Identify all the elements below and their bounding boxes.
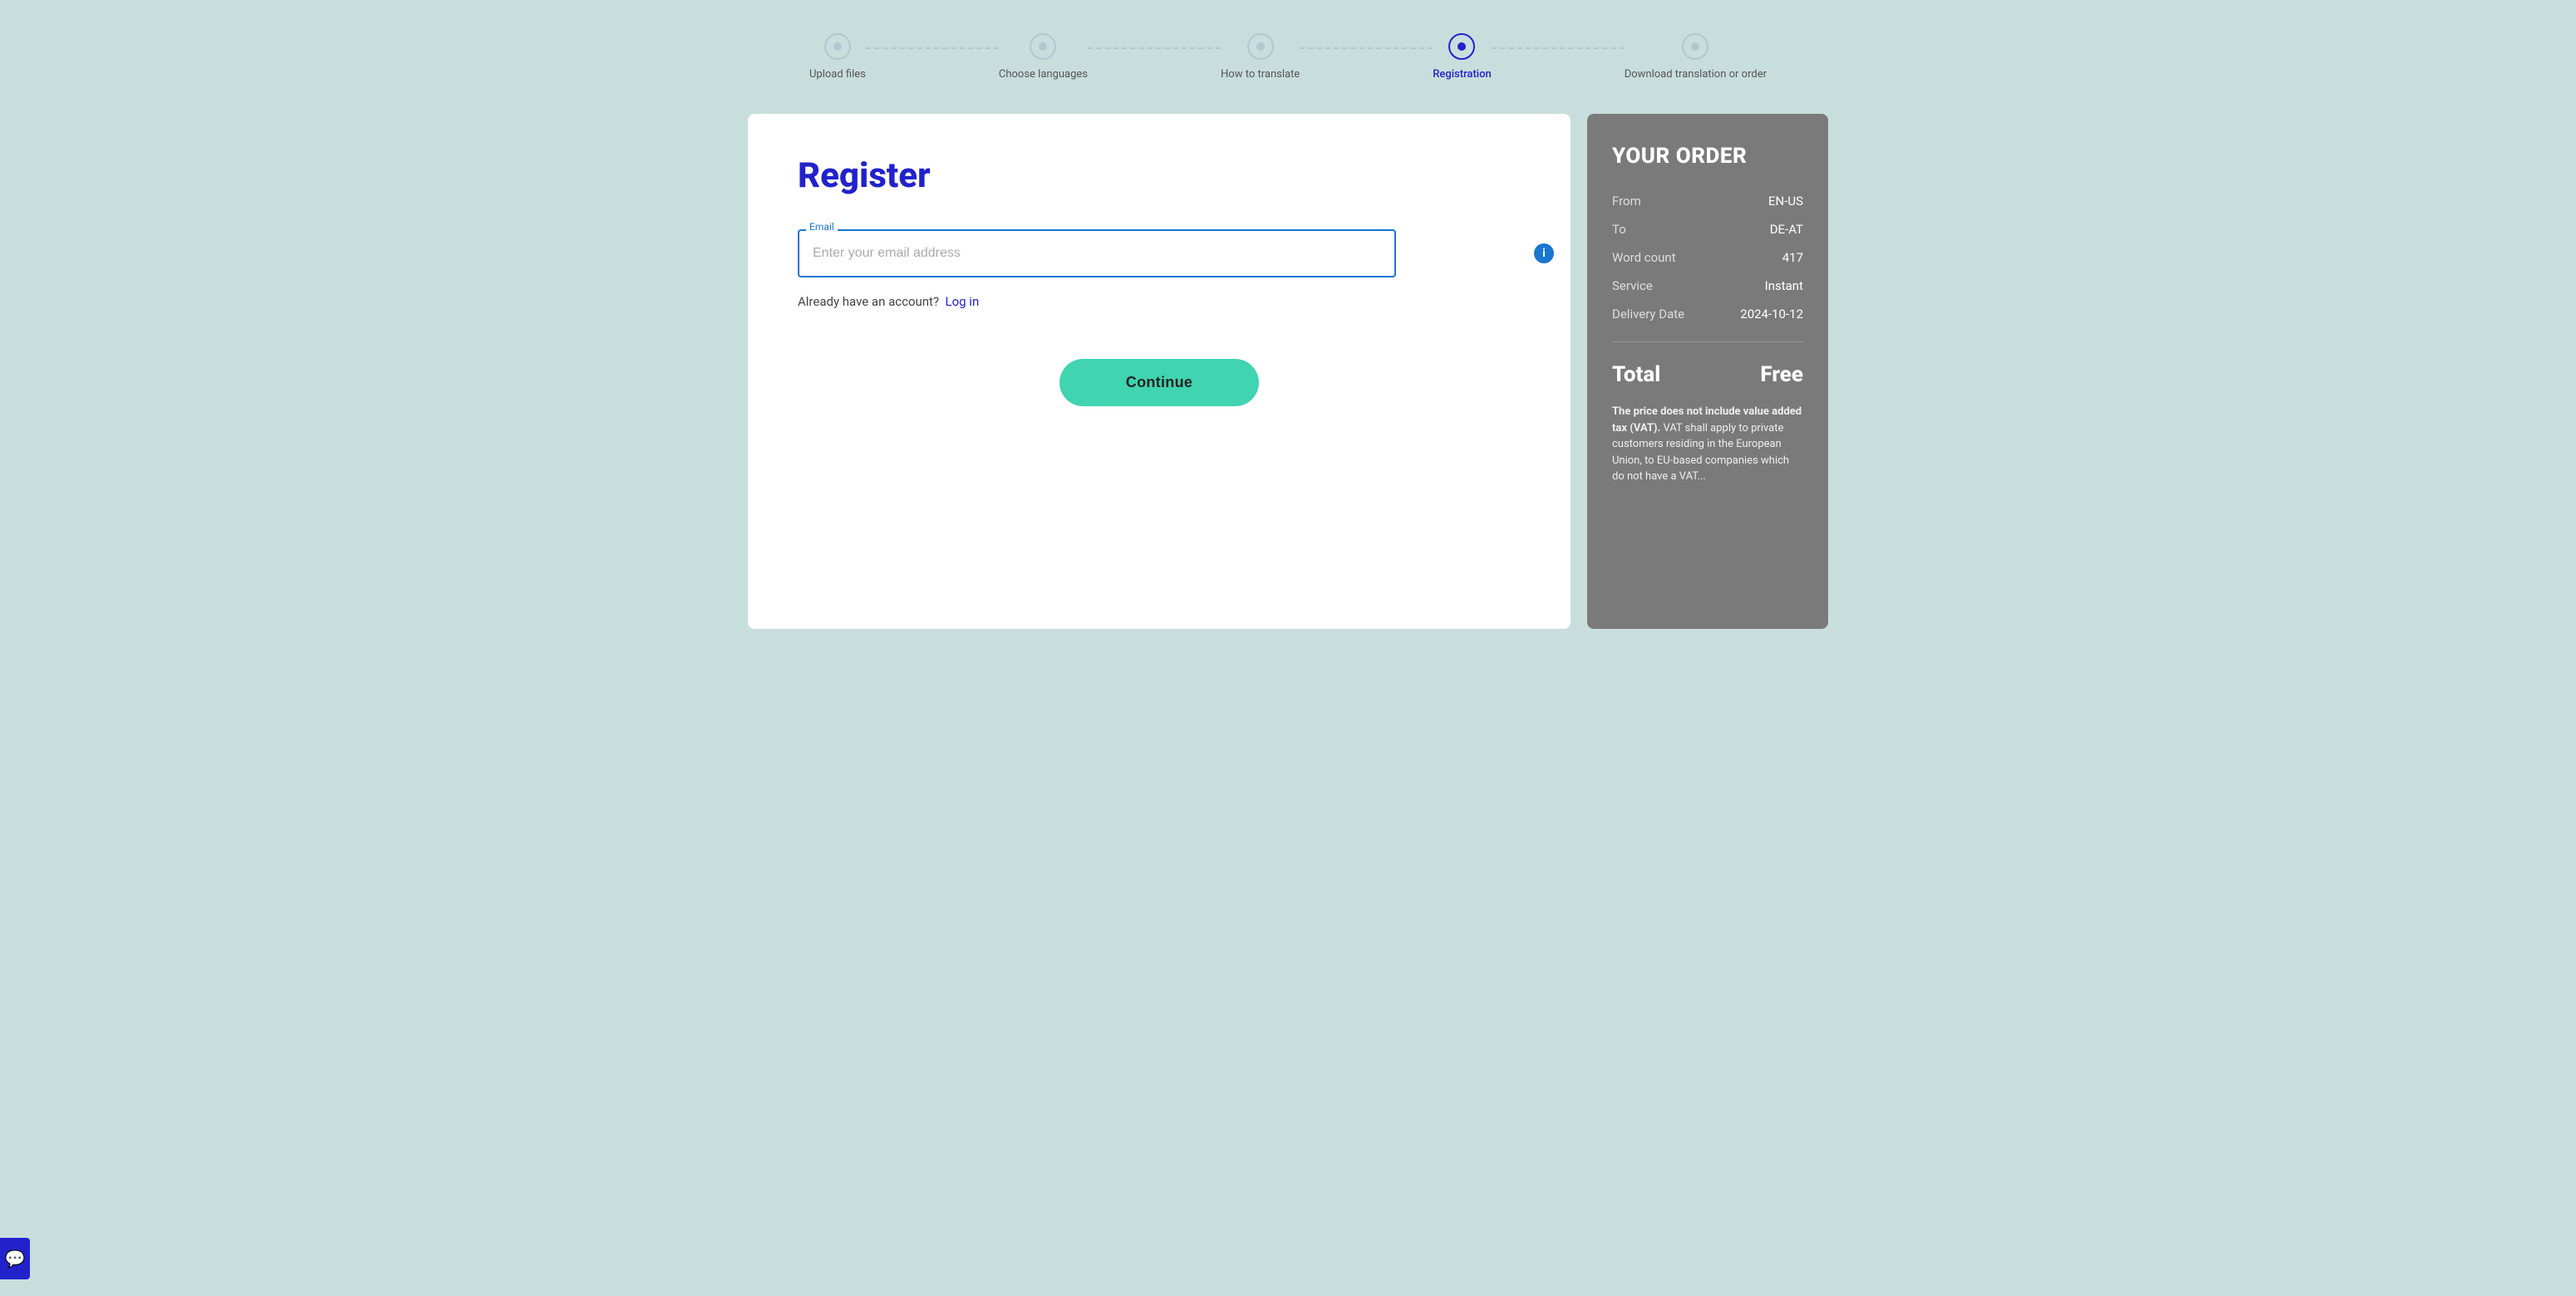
order-title: YOUR ORDER (1612, 144, 1803, 169)
step-circle-upload (824, 33, 851, 60)
email-label: Email (806, 221, 838, 233)
to-value: DE-AT (1770, 222, 1803, 237)
step-label-registration: Registration (1433, 68, 1491, 81)
step-choose-languages: Choose languages (999, 33, 1088, 81)
chat-icon: 💬 (5, 1249, 26, 1269)
step-circle-download (1682, 33, 1708, 60)
stepper: Upload files Choose languages How to tra… (17, 33, 2559, 81)
order-panel: YOUR ORDER From EN-US To DE-AT Word coun… (1587, 114, 1828, 629)
form-panel: Register Email i Already have an account… (748, 114, 1571, 629)
order-total-row: Total Free (1612, 362, 1803, 387)
from-value: EN-US (1768, 194, 1803, 209)
delivery-date-value: 2024-10-12 (1740, 307, 1803, 322)
step-registration: Registration (1433, 33, 1491, 81)
vat-text: The price does not include value added t… (1612, 404, 1803, 485)
chat-button[interactable]: 💬 (0, 1238, 30, 1279)
step-circle-registration (1448, 33, 1475, 60)
email-input[interactable] (798, 229, 1396, 277)
order-divider (1612, 341, 1803, 342)
step-circle-choose-languages (1030, 33, 1056, 60)
order-word-count-row: Word count 417 (1612, 250, 1803, 265)
total-value: Free (1760, 362, 1803, 387)
order-service-row: Service Instant (1612, 278, 1803, 293)
service-label: Service (1612, 278, 1653, 293)
word-count-value: 417 (1782, 250, 1803, 265)
step-how-to-translate: How to translate (1221, 33, 1300, 81)
login-prompt: Already have an account? Log in (798, 294, 1521, 309)
to-label: To (1612, 222, 1626, 237)
step-upload: Upload files (809, 33, 866, 81)
connector-1 (866, 47, 999, 49)
step-label-choose-languages: Choose languages (999, 68, 1088, 81)
main-content: Register Email i Already have an account… (748, 114, 1828, 629)
service-value: Instant (1765, 278, 1803, 293)
from-label: From (1612, 194, 1641, 209)
order-from-row: From EN-US (1612, 194, 1803, 209)
page-title: Register (798, 155, 1521, 196)
order-to-row: To DE-AT (1612, 222, 1803, 237)
step-label-upload: Upload files (809, 68, 866, 81)
step-download: Download translation or order (1625, 33, 1767, 81)
connector-4 (1492, 47, 1625, 49)
total-label: Total (1612, 362, 1660, 387)
continue-button[interactable]: Continue (1059, 359, 1259, 406)
order-delivery-row: Delivery Date 2024-10-12 (1612, 307, 1803, 322)
step-label-download: Download translation or order (1625, 68, 1767, 81)
step-label-how-to-translate: How to translate (1221, 68, 1300, 81)
connector-3 (1300, 47, 1433, 49)
step-circle-how-to-translate (1247, 33, 1274, 60)
word-count-label: Word count (1612, 250, 1676, 265)
connector-2 (1088, 47, 1221, 49)
login-link[interactable]: Log in (946, 294, 980, 309)
info-icon: i (1534, 243, 1554, 263)
delivery-date-label: Delivery Date (1612, 307, 1684, 322)
email-field-wrapper: Email i (798, 229, 1521, 277)
